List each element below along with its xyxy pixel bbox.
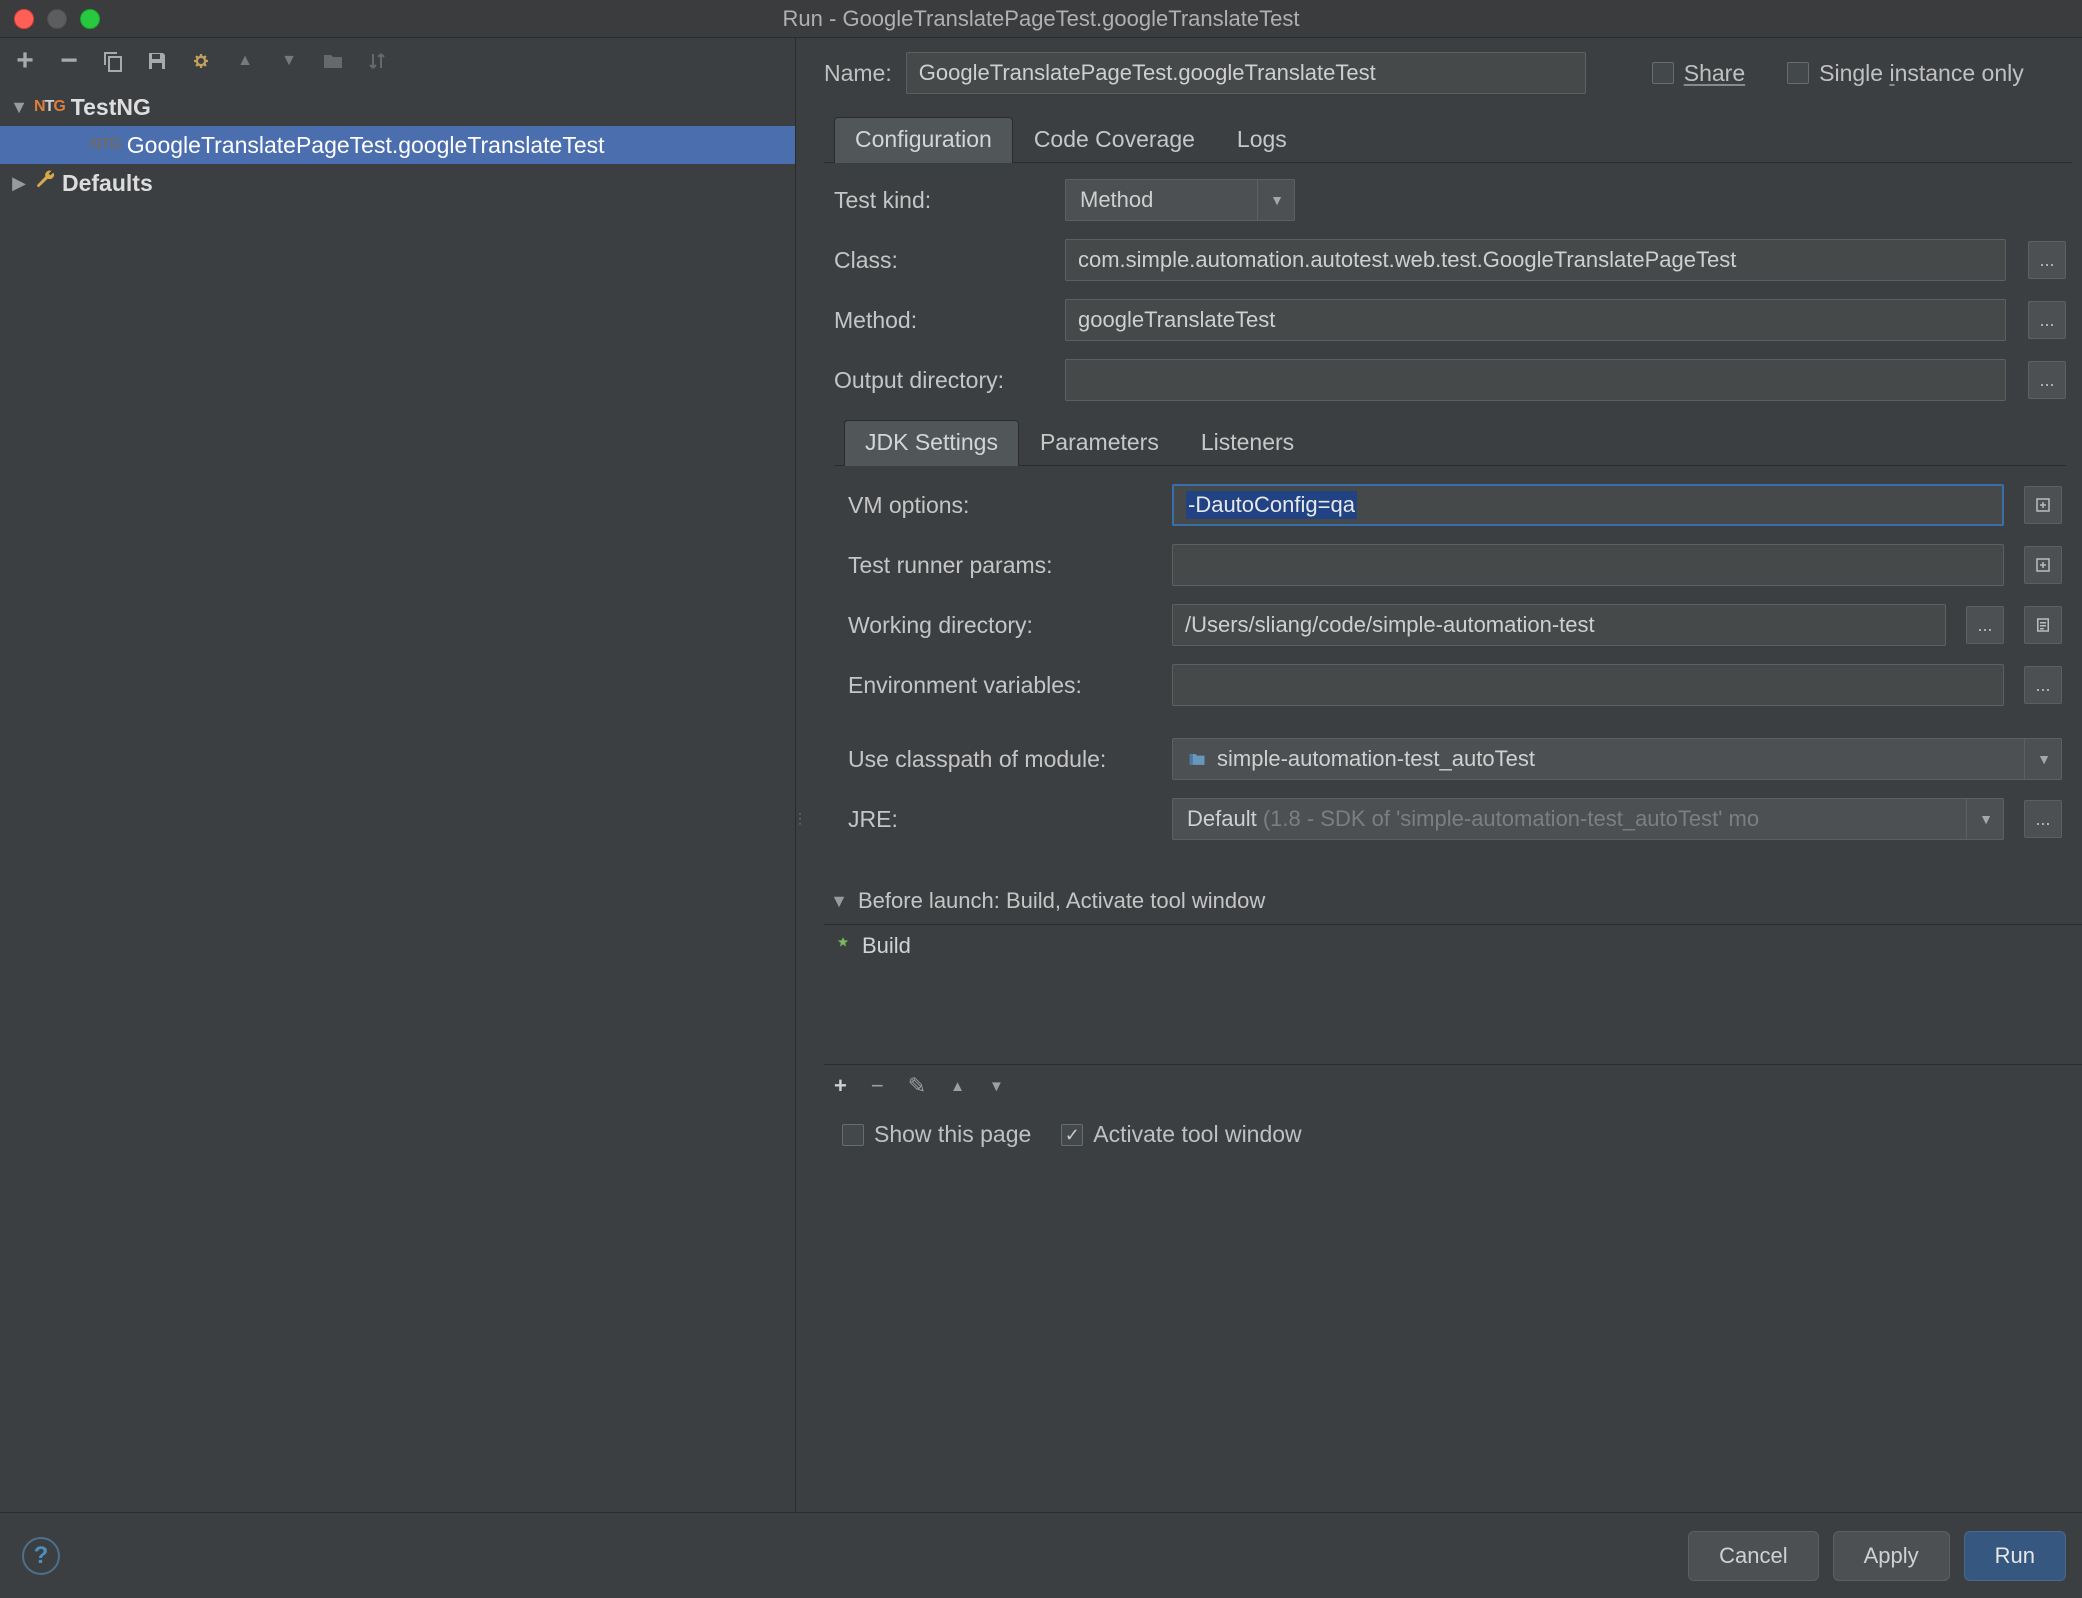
- name-input[interactable]: [906, 52, 1586, 94]
- output-dir-label: Output directory:: [834, 367, 1049, 394]
- run-button[interactable]: Run: [1964, 1531, 2066, 1581]
- activate-tool-window-checkbox[interactable]: [1061, 1124, 1083, 1146]
- browse-method-button[interactable]: ...: [2028, 301, 2066, 339]
- expand-icon[interactable]: ▶: [10, 173, 28, 194]
- working-dir-input[interactable]: [1172, 604, 1946, 646]
- classpath-select[interactable]: simple-automation-test_autoTest ▼: [1172, 738, 2062, 780]
- apply-button[interactable]: Apply: [1833, 1531, 1950, 1581]
- main-tab-strip: Configuration Code Coverage Logs: [824, 116, 2072, 163]
- build-icon: [834, 935, 852, 958]
- expand-runner-button[interactable]: [2024, 546, 2062, 584]
- chevron-down-icon: ▼: [1966, 799, 1993, 839]
- class-input[interactable]: [1065, 239, 2006, 281]
- left-toolbar: + − ▲ ▼: [0, 38, 795, 84]
- vm-options-input[interactable]: -DautoConfig=qa: [1172, 484, 2004, 526]
- add-config-icon[interactable]: +: [12, 48, 38, 74]
- window-title: Run - GoogleTranslatePageTest.googleTran…: [0, 6, 2082, 32]
- classpath-label: Use classpath of module:: [848, 746, 1158, 773]
- vm-options-label: VM options:: [848, 492, 1158, 519]
- env-vars-input[interactable]: [1172, 664, 2004, 706]
- tab-configuration[interactable]: Configuration: [834, 117, 1013, 163]
- share-checkbox[interactable]: [1652, 62, 1674, 84]
- test-kind-select[interactable]: Method ▼: [1065, 179, 1295, 221]
- method-label: Method:: [834, 307, 1049, 334]
- module-icon: [1187, 749, 1207, 769]
- add-task-icon[interactable]: +: [834, 1073, 847, 1099]
- sort-icon[interactable]: [364, 48, 390, 74]
- move-up-icon[interactable]: ▲: [232, 48, 258, 74]
- browse-output-dir-button[interactable]: ...: [2028, 361, 2066, 399]
- class-label: Class:: [834, 247, 1049, 274]
- name-label: Name:: [824, 60, 892, 87]
- runner-params-input[interactable]: [1172, 544, 2004, 586]
- move-down-icon[interactable]: ▼: [276, 48, 302, 74]
- env-vars-label: Environment variables:: [848, 672, 1158, 699]
- runner-params-label: Test runner params:: [848, 552, 1158, 579]
- panel-splitter[interactable]: ⋮: [796, 38, 804, 1598]
- before-launch-header[interactable]: ▼ Before launch: Build, Activate tool wi…: [824, 858, 2082, 924]
- left-panel: + − ▲ ▼ ▼ NTG TestNG: [0, 38, 796, 1598]
- single-instance-checkbox[interactable]: [1787, 62, 1809, 84]
- output-dir-input[interactable]: [1065, 359, 2006, 401]
- testng-icon: NTG: [90, 136, 121, 154]
- tab-jdk-settings[interactable]: JDK Settings: [844, 420, 1019, 466]
- show-page-checkbox[interactable]: [842, 1124, 864, 1146]
- title-bar: Run - GoogleTranslatePageTest.googleTran…: [0, 0, 2082, 38]
- tree-label: GoogleTranslatePageTest.googleTranslateT…: [127, 132, 605, 159]
- share-label[interactable]: Share: [1684, 60, 1745, 87]
- save-config-icon[interactable]: [144, 48, 170, 74]
- chevron-down-icon: ▼: [1257, 180, 1284, 220]
- jre-select[interactable]: Default (1.8 - SDK of 'simple-automation…: [1172, 798, 2004, 840]
- browse-class-button[interactable]: ...: [2028, 241, 2066, 279]
- edit-task-icon[interactable]: ✎: [908, 1073, 926, 1099]
- settings-icon[interactable]: [188, 48, 214, 74]
- expand-icon[interactable]: ▼: [10, 97, 28, 118]
- tab-logs[interactable]: Logs: [1216, 117, 1308, 163]
- tab-parameters[interactable]: Parameters: [1019, 420, 1180, 466]
- tree-label: Defaults: [62, 170, 153, 197]
- browse-working-dir-button[interactable]: ...: [1966, 606, 2004, 644]
- cancel-button[interactable]: Cancel: [1688, 1531, 1818, 1581]
- testng-icon: NTG: [34, 98, 65, 116]
- right-panel: Name: Share Single instance only Configu…: [804, 38, 2082, 1598]
- list-item[interactable]: Build: [824, 925, 2082, 967]
- help-button[interactable]: ?: [22, 1537, 60, 1575]
- before-launch-list[interactable]: Build: [824, 924, 2082, 1064]
- tab-code-coverage[interactable]: Code Coverage: [1013, 117, 1216, 163]
- move-task-down-icon[interactable]: ▼: [989, 1078, 1004, 1095]
- macro-working-dir-button[interactable]: [2024, 606, 2062, 644]
- browse-jre-button[interactable]: ...: [2024, 800, 2062, 838]
- tree-node-defaults[interactable]: ▶ Defaults: [0, 164, 795, 202]
- show-page-label[interactable]: Show this page: [874, 1121, 1031, 1148]
- tree-label: TestNG: [71, 94, 151, 121]
- tab-listeners[interactable]: Listeners: [1180, 420, 1315, 466]
- sub-tab-strip: JDK Settings Parameters Listeners: [834, 419, 2066, 466]
- expand-vm-options-button[interactable]: [2024, 486, 2062, 524]
- config-tree[interactable]: ▼ NTG TestNG NTG GoogleTranslatePageTest…: [0, 84, 795, 202]
- single-instance-label[interactable]: Single instance only: [1819, 60, 2024, 87]
- dialog-button-bar: ? Cancel Apply Run: [0, 1512, 2082, 1598]
- activate-tool-window-label[interactable]: Activate tool window: [1093, 1121, 1301, 1148]
- browse-env-button[interactable]: ...: [2024, 666, 2062, 704]
- folder-icon[interactable]: [320, 48, 346, 74]
- before-launch-toolbar: + − ✎ ▲ ▼: [824, 1064, 2082, 1107]
- wrench-icon: [34, 169, 56, 197]
- remove-task-icon[interactable]: −: [871, 1073, 884, 1099]
- tree-node-testng[interactable]: ▼ NTG TestNG: [0, 88, 795, 126]
- move-task-up-icon[interactable]: ▲: [950, 1078, 965, 1095]
- remove-config-icon[interactable]: −: [56, 48, 82, 74]
- collapse-icon[interactable]: ▼: [830, 891, 848, 912]
- method-input[interactable]: [1065, 299, 2006, 341]
- working-dir-label: Working directory:: [848, 612, 1158, 639]
- copy-config-icon[interactable]: [100, 48, 126, 74]
- tree-node-run-config[interactable]: NTG GoogleTranslatePageTest.googleTransl…: [0, 126, 795, 164]
- chevron-down-icon: ▼: [2024, 739, 2051, 779]
- test-kind-label: Test kind:: [834, 187, 1049, 214]
- jre-label: JRE:: [848, 806, 1158, 833]
